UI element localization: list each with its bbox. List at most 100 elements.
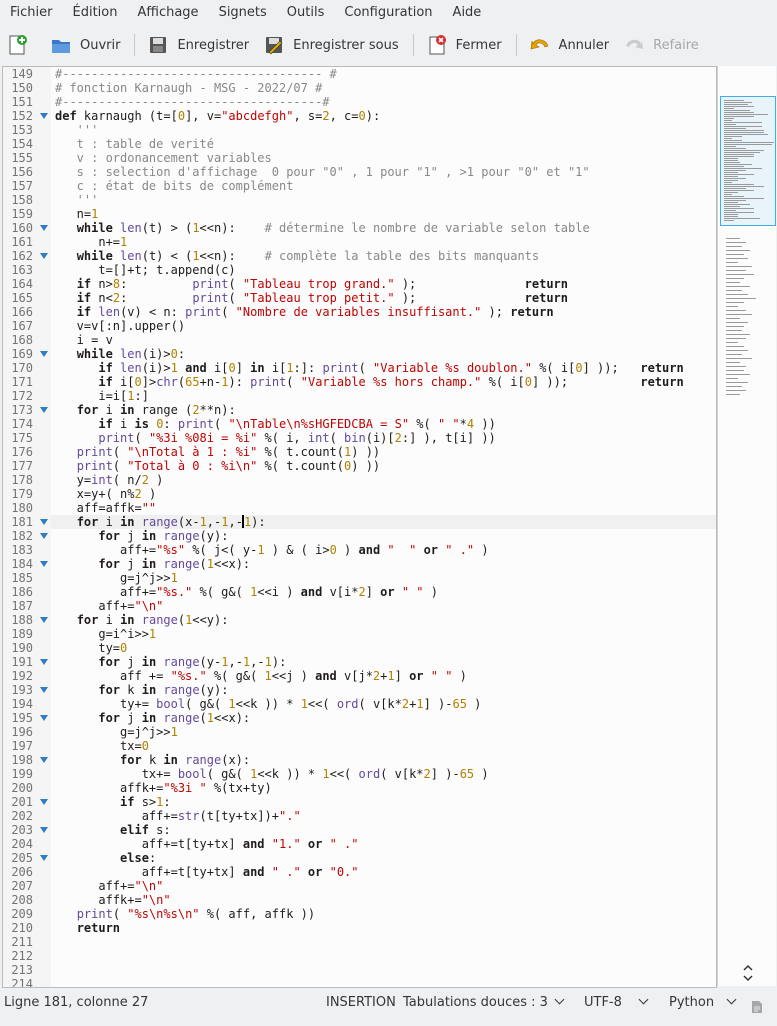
code-line[interactable]: i = v	[55, 333, 113, 347]
cursor-position[interactable]: Ligne 181, colonne 27	[4, 988, 148, 1018]
close-button[interactable]: Fermer	[420, 30, 508, 60]
code-line[interactable]: def karnaugh (t=[0], v="abcdefgh", s=2, …	[55, 109, 380, 123]
save-as-button[interactable]: Enregistrer sous	[257, 30, 405, 60]
code-area[interactable]: #------------------------------------ # #…	[51, 67, 716, 987]
fold-arrow-icon[interactable]	[40, 253, 48, 259]
code-line[interactable]: for j in range(1<<x):	[55, 711, 250, 725]
code-line[interactable]: if i is 0: print( "\nTable\n%sHGFEDCBA =…	[55, 417, 495, 431]
fold-arrow-icon[interactable]	[40, 617, 48, 623]
code-line[interactable]: '''	[55, 193, 99, 207]
document-icon[interactable]	[751, 996, 763, 1013]
code-line[interactable]: while len(t) < (1<<n): # complète la tab…	[55, 249, 539, 263]
code-line[interactable]: for i in range(x-1,-1,-1):	[55, 515, 266, 529]
code-line[interactable]: aff+=t[ty+tx] and " ." or "0."	[55, 865, 359, 879]
code-line[interactable]: g=i^i>>1	[55, 627, 156, 641]
undo-button[interactable]: Annuler	[523, 30, 616, 60]
code-line[interactable]: aff+=str(t[ty+tx])+"."	[55, 809, 301, 823]
code-line[interactable]: ty+= bool( g&( 1<<k )) * 1<<( ord( v[k*2…	[55, 697, 481, 711]
fold-arrow-icon[interactable]	[40, 519, 48, 525]
code-line[interactable]: for i in range(1<<y):	[55, 613, 229, 627]
open-button[interactable]: Ouvrir	[44, 30, 126, 60]
code-line[interactable]: for j in range(y):	[55, 529, 228, 543]
input-mode[interactable]: INSERTION	[326, 988, 396, 1018]
scroll-arrows[interactable]	[742, 962, 754, 984]
code-line[interactable]: # fonction Karnaugh - MSG - 2022/07 #	[55, 81, 322, 95]
menu-fichier[interactable]: Fichier	[0, 0, 63, 26]
code-line[interactable]: if i[0]>chr(65+n-1): print( "Variable %s…	[55, 375, 683, 389]
code-line[interactable]: tx=0	[55, 739, 149, 753]
code-line[interactable]: affk+="\n"	[55, 893, 170, 907]
menu-outils[interactable]: Outils	[277, 0, 335, 26]
code-line[interactable]: #------------------------------------#	[55, 95, 330, 109]
indentation-setting[interactable]: Tabulations douces : 3	[403, 988, 565, 1018]
code-line[interactable]: if len(v) < n: print( "Nombre de variabl…	[55, 305, 554, 319]
code-line[interactable]: while len(i)>0:	[55, 347, 185, 361]
encoding-setting[interactable]: UTF-8	[584, 988, 649, 1018]
fold-arrow-icon[interactable]	[40, 855, 48, 861]
fold-arrow-icon[interactable]	[40, 715, 48, 721]
code-line[interactable]: if s>1:	[55, 795, 171, 809]
code-line[interactable]: s : selection d'affichage 0 pour "0" , 1…	[55, 165, 590, 179]
fold-arrow-icon[interactable]	[40, 533, 48, 539]
code-line[interactable]: for k in range(y):	[55, 683, 228, 697]
code-line[interactable]: t : table de verité	[55, 137, 214, 151]
code-line[interactable]: v=v[:n].upper()	[55, 319, 185, 333]
code-editor[interactable]: 149 150 151 152 153 154 155 156 157 158 159 160 161 1…	[2, 66, 717, 988]
code-line[interactable]: print( "\nTotal à 1 : %i" %( t.count(1) …	[55, 445, 380, 459]
fold-arrow-icon[interactable]	[40, 407, 48, 413]
code-line[interactable]: aff+="%s" %( j<( y-1 ) & ( i>0 ) and " "…	[55, 543, 489, 557]
language-setting[interactable]: Python	[669, 988, 737, 1018]
fold-arrow-icon[interactable]	[40, 827, 48, 833]
code-line[interactable]: g=j^j>>1	[55, 725, 178, 739]
code-line[interactable]: tx+= bool( g&( 1<<k )) * 1<<( ord( v[k*2…	[55, 767, 489, 781]
code-line[interactable]: c : état de bits de complément	[55, 179, 294, 193]
code-line[interactable]: x=y+( n%2 )	[55, 487, 157, 501]
code-line[interactable]: v : ordonancement variables	[55, 151, 272, 165]
code-line[interactable]: elif s:	[55, 823, 171, 837]
code-line[interactable]: return	[55, 921, 120, 935]
code-line[interactable]: y=int( n/2 )	[55, 473, 164, 487]
save-button[interactable]: Enregistrer	[141, 30, 255, 60]
code-line[interactable]: print( "%s\n%s\n" %( aff, affk ))	[55, 907, 315, 921]
code-line[interactable]: while len(t) > (1<<n): # détermine le no…	[55, 221, 590, 235]
code-line[interactable]: ty=0	[55, 641, 127, 655]
code-line[interactable]: affk+="%3i " %(tx+ty)	[55, 781, 272, 795]
code-line[interactable]: print( "Total à 0 : %i\n" %( t.count(0) …	[55, 459, 380, 473]
code-line[interactable]: if len(i)>1 and i[0] in i[1:]: print( "V…	[55, 361, 683, 375]
code-line[interactable]: print( "%3i %08i = %i" %( i, int( bin(i)…	[55, 431, 495, 445]
minimap-scrollbar[interactable]	[717, 66, 776, 986]
new-document-button[interactable]	[0, 30, 42, 60]
code-line[interactable]: aff+="%s." %( g&( 1<<i ) and v[i*2] or "…	[55, 585, 438, 599]
code-line[interactable]: for j in range(y-1,-1,-1):	[55, 655, 286, 669]
menu-affichage[interactable]: Affichage	[127, 0, 208, 26]
code-line[interactable]: aff += "%s." %( g&( 1<<j ) and v[j*2+1] …	[55, 669, 467, 683]
code-line[interactable]: aff+="\n"	[55, 599, 163, 613]
code-line[interactable]: for j in range(1<<x):	[55, 557, 250, 571]
menu-signets[interactable]: Signets	[209, 0, 277, 26]
menu-edition[interactable]: Édition	[63, 0, 128, 26]
code-line[interactable]: t=[]+t; t.append(c)	[55, 263, 235, 277]
fold-arrow-icon[interactable]	[40, 757, 48, 763]
code-line[interactable]: #------------------------------------ #	[55, 67, 337, 81]
code-line[interactable]: g=j^j>>1	[55, 571, 178, 585]
code-line[interactable]: if n<2: print( "Tableau trop petit." ); …	[55, 291, 568, 305]
menu-configuration[interactable]: Configuration	[334, 0, 442, 26]
code-line[interactable]: for i in range (2**n):	[55, 403, 236, 417]
fold-arrow-icon[interactable]	[40, 561, 48, 567]
code-line[interactable]: '''	[55, 123, 99, 137]
fold-arrow-icon[interactable]	[40, 113, 48, 119]
code-line[interactable]: aff+="\n"	[55, 879, 163, 893]
code-line[interactable]: if n>8: print( "Tableau trop grand." ); …	[55, 277, 568, 291]
code-line[interactable]: n+=1	[55, 235, 127, 249]
menu-aide[interactable]: Aide	[443, 0, 492, 26]
code-line[interactable]: else:	[55, 851, 156, 865]
fold-arrow-icon[interactable]	[40, 351, 48, 357]
fold-arrow-icon[interactable]	[40, 225, 48, 231]
code-line[interactable]: i=i[1:]	[55, 389, 149, 403]
code-line[interactable]: for k in range(x):	[55, 753, 250, 767]
redo-button[interactable]: Refaire	[617, 30, 705, 60]
code-line[interactable]: aff=affk=""	[55, 501, 156, 515]
fold-arrow-icon[interactable]	[40, 687, 48, 693]
fold-arrow-icon[interactable]	[40, 799, 48, 805]
fold-arrow-icon[interactable]	[40, 659, 48, 665]
